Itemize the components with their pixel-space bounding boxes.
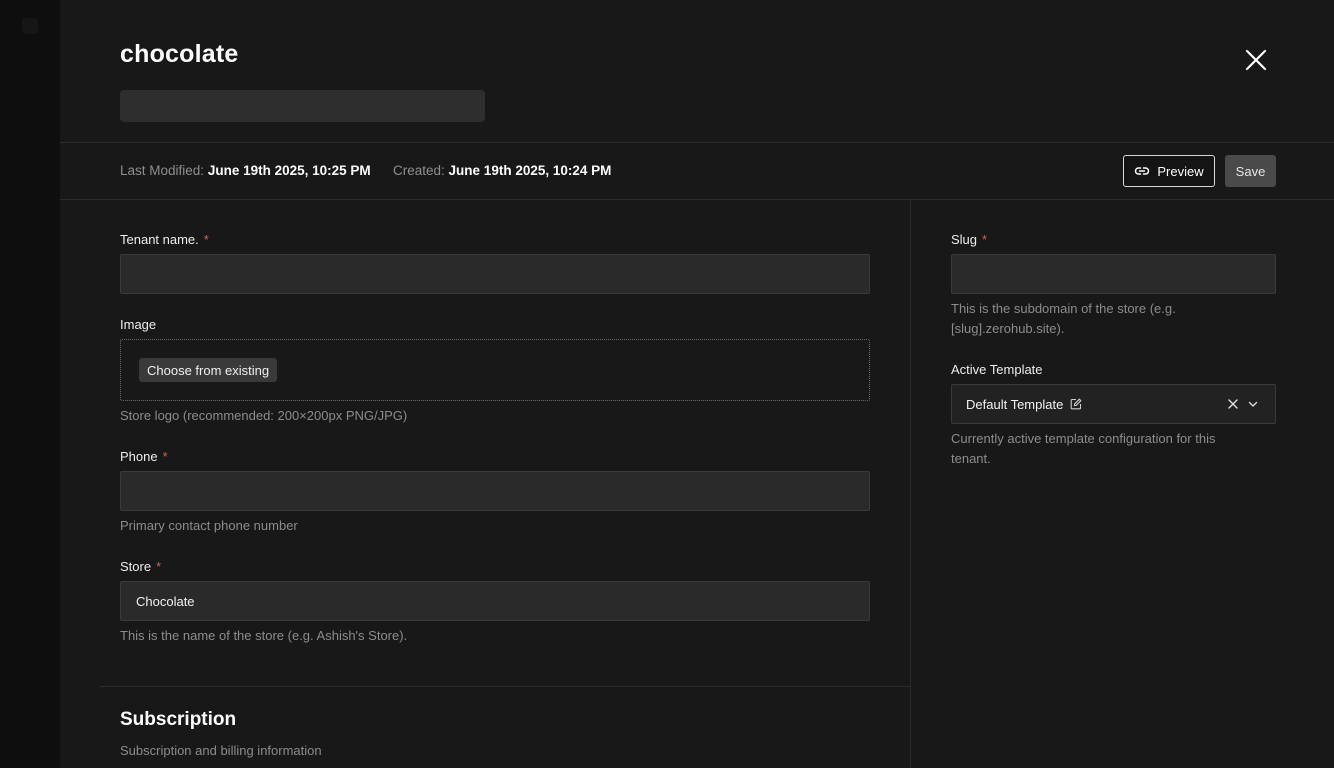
store-label-text: Store [120, 559, 152, 574]
active-template-label: Active Template [951, 362, 1043, 377]
phone-label-text: Phone [120, 449, 158, 464]
preview-label: Preview [1157, 163, 1204, 179]
tenant-name-input[interactable] [120, 254, 870, 294]
store-label: Store * [120, 559, 161, 574]
active-template-value: Default Template [966, 396, 1064, 412]
last-modified-value: June 19th 2025, 10:25 PM [207, 163, 371, 178]
app-sidebar [0, 0, 60, 768]
edit-icon[interactable] [1070, 398, 1082, 410]
link-icon [1135, 167, 1150, 175]
created-label: Created: [393, 163, 445, 178]
last-modified: Last Modified: June 19th 2025, 10:25 PM [120, 163, 371, 178]
created-value: June 19th 2025, 10:24 PM [448, 163, 612, 178]
active-template-select[interactable]: Default Template [951, 384, 1276, 424]
active-template-help-line-1: Currently active template configuration … [951, 431, 1216, 446]
preview-button[interactable]: Preview [1123, 155, 1215, 187]
close-button[interactable] [1240, 44, 1272, 76]
phone-help: Primary contact phone number [120, 518, 298, 533]
sidebar-logo-icon [22, 18, 38, 34]
required-marker: * [156, 559, 162, 574]
page-title: chocolate [120, 40, 239, 68]
save-button[interactable]: Save [1225, 155, 1276, 187]
choose-existing-button[interactable]: Choose from existing [139, 358, 278, 382]
slug-help-line-1: This is the subdomain of the store (e.g. [951, 301, 1176, 316]
image-dropzone[interactable]: Choose from existing [120, 339, 870, 401]
required-marker: * [203, 232, 209, 247]
chevron-down-icon[interactable] [1247, 398, 1259, 410]
subscription-title: Subscription [120, 709, 237, 730]
clear-icon[interactable] [1227, 398, 1239, 410]
slug-input[interactable] [951, 254, 1276, 294]
slug-help: This is the subdomain of the store (e.g.… [951, 299, 1276, 339]
header-divider [60, 142, 1334, 143]
slug-label: Slug * [951, 232, 987, 247]
active-template-help: Currently active template configuration … [951, 429, 1276, 469]
tenant-name-label: Tenant name. * [120, 232, 209, 247]
tenant-name-label-text: Tenant name. [120, 232, 199, 247]
slug-help-line-2: [slug].zerohub.site). [951, 321, 1065, 336]
active-template-help-line-2: tenant. [951, 451, 991, 466]
toolbar-divider [60, 199, 1334, 200]
required-marker: * [162, 449, 168, 464]
redacted-subtitle [120, 90, 485, 122]
phone-input[interactable] [120, 471, 870, 511]
created-date: Created: June 19th 2025, 10:24 PM [393, 163, 611, 178]
subscription-description: Subscription and billing information [120, 743, 322, 758]
required-marker: * [982, 232, 988, 247]
store-input[interactable]: Chocolate [120, 581, 870, 621]
close-icon [1245, 49, 1267, 71]
image-help: Store logo (recommended: 200×200px PNG/J… [120, 408, 408, 423]
phone-label: Phone * [120, 449, 168, 464]
slug-label-text: Slug [951, 232, 978, 247]
subscription-divider [100, 686, 910, 687]
store-help: This is the name of the store (e.g. Ashi… [120, 628, 408, 643]
column-divider [910, 200, 911, 768]
last-modified-label: Last Modified: [120, 163, 205, 178]
image-label: Image [120, 317, 157, 332]
